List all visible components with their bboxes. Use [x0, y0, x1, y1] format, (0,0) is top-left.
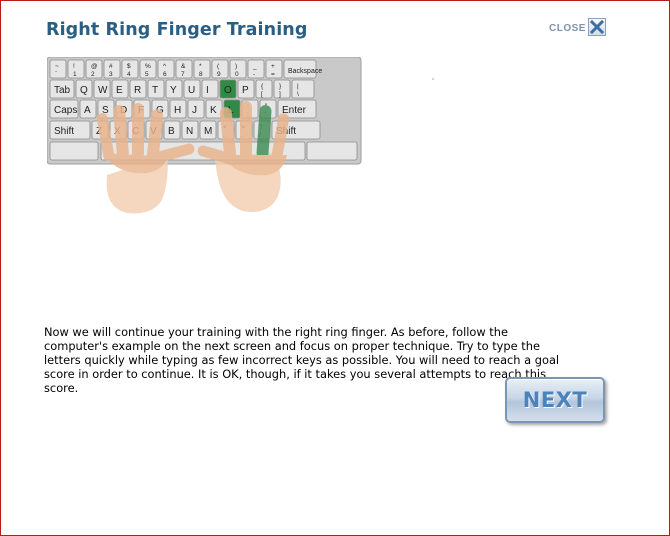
keyboard-key: J: [187, 99, 205, 119]
keyboard-key: {[: [255, 79, 273, 99]
key-label-bottom: `: [55, 71, 57, 78]
page-title: Right Ring Finger Training: [46, 20, 308, 40]
key-label: H: [174, 105, 181, 116]
keyboard-key: _-: [247, 59, 265, 79]
keyboard-key: W: [93, 79, 111, 99]
keyboard-key: )0: [229, 59, 247, 79]
key-label: N: [186, 126, 193, 137]
key-label: U: [188, 85, 195, 96]
keyboard-key: *8: [193, 59, 211, 79]
key-label: O: [224, 85, 232, 96]
keyboard-key: (9: [211, 59, 229, 79]
lesson-window: Right Ring Finger Training CLOSE ~ `! 1 @2 #…: [0, 0, 670, 536]
keyboard-key: A: [79, 99, 97, 119]
key-label-top: !: [73, 63, 75, 70]
keyboard-key: |\: [291, 79, 315, 99]
key-label: T: [152, 85, 158, 96]
keyboard-blank-key: [49, 141, 99, 161]
key-label: B: [168, 126, 175, 137]
keyboard-key: !1: [67, 59, 85, 79]
next-button-label: NEXT: [522, 388, 588, 412]
key-label: J: [192, 105, 197, 116]
key-label-top: ): [235, 63, 237, 70]
key-label-bottom: 4: [127, 71, 131, 78]
key-label: Tab: [54, 85, 71, 96]
key-label: P: [242, 85, 249, 96]
key-label-bottom: [: [261, 91, 263, 98]
decorative-dot: [432, 78, 434, 80]
keyboard-key: K: [205, 99, 223, 119]
key-label-top: ~: [55, 63, 59, 70]
key-label: Shift: [54, 126, 74, 137]
key-label-bottom: \: [297, 91, 299, 98]
keyboard-key: P: [237, 79, 255, 99]
key-label-bottom: 8: [199, 71, 203, 78]
key-label: M: [204, 126, 212, 137]
keyboard-key: $4: [121, 59, 139, 79]
key-label-top: @: [91, 63, 98, 70]
keyboard-key: @2: [85, 59, 103, 79]
keyboard-key: N: [181, 120, 199, 140]
key-label-top: $: [127, 63, 131, 70]
keyboard-key: T: [147, 79, 165, 99]
keyboard-key: ^6: [157, 59, 175, 79]
keyboard-key: %5: [139, 59, 157, 79]
key-label-top: &: [181, 63, 186, 70]
key-label-bottom: 5: [145, 71, 149, 78]
key-label-bottom: 6: [163, 71, 167, 78]
key-label: Q: [80, 85, 88, 96]
key-label: Caps: [54, 105, 77, 116]
key-label-bottom: 3: [109, 71, 113, 78]
key-label-top: |: [297, 83, 299, 90]
keyboard-key: U: [183, 79, 201, 99]
key-label-bottom: -: [253, 71, 255, 78]
key-label: E: [116, 85, 123, 96]
key-label-bottom: 7: [181, 71, 185, 78]
key-label-bottom: 2: [91, 71, 95, 78]
key-label-top: _: [252, 63, 257, 70]
keyboard-key: M: [199, 120, 217, 140]
key-label: R: [134, 85, 141, 96]
key-label: K: [210, 105, 217, 116]
key-label: A: [84, 105, 91, 116]
keyboard-key: &7: [175, 59, 193, 79]
keyboard-key: Shift: [49, 120, 91, 140]
keyboard-key: }]: [273, 79, 291, 99]
close-label[interactable]: CLOSE: [549, 23, 586, 34]
close-x-icon: [589, 19, 605, 35]
close-button[interactable]: [588, 18, 606, 36]
keyboard-key: I: [201, 79, 219, 99]
instructions-text: Now we will continue your training with …: [44, 325, 560, 395]
key-label: W: [98, 85, 108, 96]
keyboard-key: +=: [265, 59, 283, 79]
next-button[interactable]: NEXT: [505, 377, 605, 423]
key-label: I: [206, 85, 209, 96]
key-label-bottom: ]: [279, 91, 281, 98]
key-label-bottom: 9: [217, 71, 221, 78]
key-label: Backspace: [288, 68, 322, 75]
key-label-top: #: [109, 63, 113, 70]
keyboard-key: Tab: [49, 79, 75, 99]
keyboard-key: B: [163, 120, 181, 140]
keyboard-illustration: ~`!1@2#3$4%5^6&7*8(9)0_-+= BackspaceTab Q W…: [47, 57, 362, 214]
keyboard-key: R: [129, 79, 147, 99]
key-label-bottom: 1: [73, 71, 77, 78]
keyboard-key: Y: [165, 79, 183, 99]
keyboard-blank-key: [306, 141, 358, 161]
keyboard-key: #3: [103, 59, 121, 79]
key-label-bottom: =: [271, 71, 275, 78]
keyboard-key: H: [169, 99, 187, 119]
key-label: Y: [170, 85, 177, 96]
keyboard-key: Q: [75, 79, 93, 99]
keyboard-key: Caps: [49, 99, 79, 119]
keyboard-key: ~`: [49, 59, 67, 79]
key-label-top: +: [271, 63, 275, 70]
keyboard-key: O: [219, 79, 237, 99]
key-label-bottom: 0: [235, 71, 239, 78]
key-label-top: %: [145, 63, 151, 70]
keyboard-key: E: [111, 79, 129, 99]
